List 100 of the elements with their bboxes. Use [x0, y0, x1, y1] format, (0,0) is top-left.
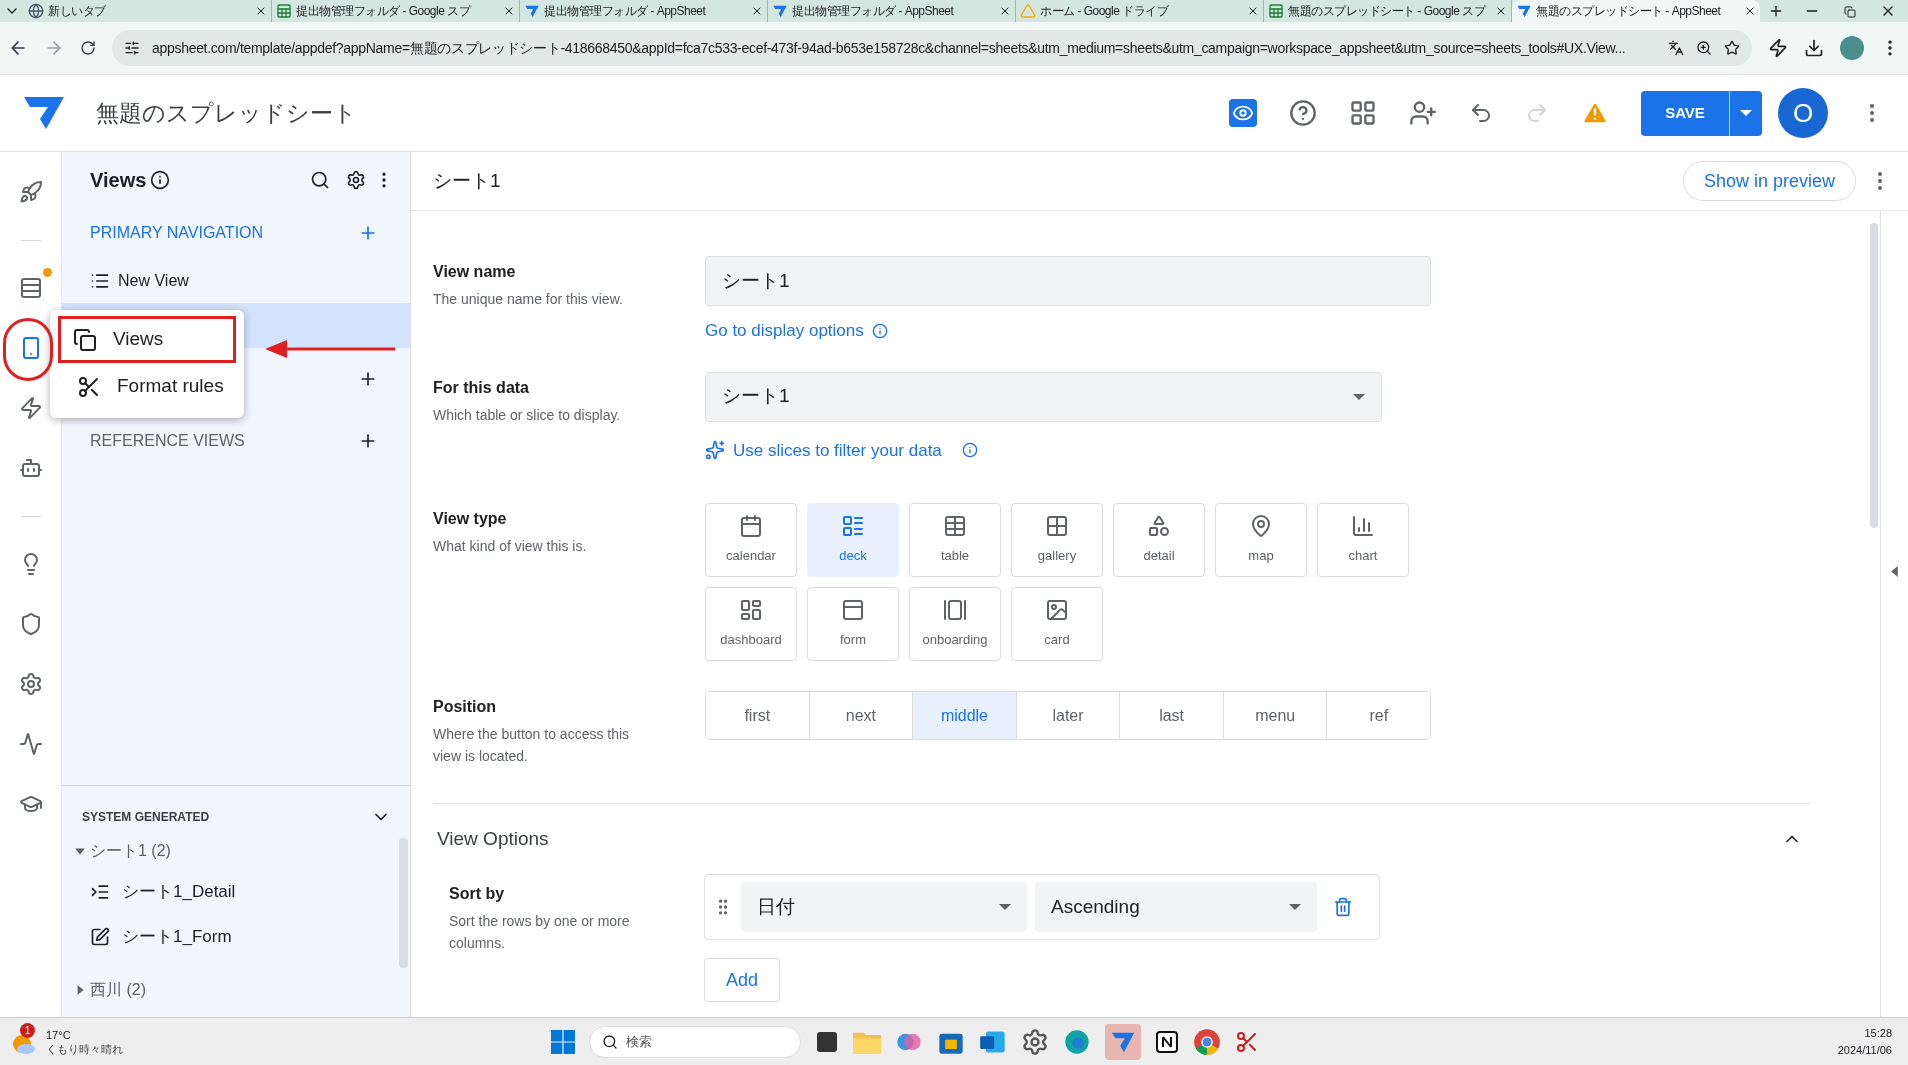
tab-title: 提出物管理フォルダ - AppSheet — [544, 3, 707, 20]
app-icon[interactable] — [1105, 1023, 1142, 1060]
edit-icon — [90, 926, 110, 947]
logo-icon — [24, 95, 64, 131]
card-icon — [1045, 598, 1069, 623]
url-text: appsheet.com/template/appdef?appName=無題のスプレッドシート-418668450&appId=fca7c533-ecef-473f-94ad-b653e158728c&channel=sheets&utm_medium=sheets&utm_campaign=workspace_appsheet&utm_source=sheets_tools#UX.View... — [152, 38, 1627, 58]
close-icon[interactable] — [1744, 5, 1756, 17]
close-icon[interactable] — [255, 5, 267, 17]
browser-tab[interactable]: 無題のスプレッドシート - AppSheet — [1512, 0, 1760, 22]
close-icon[interactable] — [999, 5, 1011, 17]
share-icon[interactable] — [1409, 99, 1437, 127]
calendar-icon — [739, 514, 763, 539]
undo-icon[interactable] — [1469, 101, 1493, 125]
menu-item[interactable]: Format rules — [58, 363, 236, 410]
scrollbar-thumb[interactable] — [399, 838, 408, 968]
preview-icon[interactable] — [1229, 99, 1257, 127]
save-button[interactable]: SAVE — [1641, 90, 1729, 136]
nav-item[interactable]: New View — [62, 258, 410, 303]
restore-icon[interactable] — [1844, 6, 1856, 18]
task-view-icon[interactable] — [815, 1029, 840, 1054]
deck-icon — [841, 514, 865, 539]
zoom-icon[interactable] — [1696, 40, 1712, 56]
copy-icon — [73, 327, 97, 352]
help-icon[interactable] — [1289, 99, 1317, 127]
tab-title: 提出物管理フォルダ - Google スプ — [296, 3, 472, 20]
menu-item[interactable]: Views — [58, 316, 236, 363]
view-type-option[interactable]: gallery — [1011, 503, 1103, 577]
bookmark-icon[interactable] — [1724, 40, 1740, 56]
form-icon — [841, 598, 865, 623]
weather-text: くもり時々晴れ — [46, 1041, 123, 1056]
view-type-option[interactable]: onboarding — [909, 587, 1001, 661]
view-type-option[interactable]: chart — [1317, 503, 1409, 577]
new-tab-icon[interactable] — [1768, 3, 1784, 19]
view-type-option[interactable]: form — [807, 587, 899, 661]
tree-item[interactable]: シート1_Form — [62, 914, 399, 959]
browser-icon[interactable] — [1063, 1027, 1092, 1056]
field-label: Sort by — [449, 884, 506, 904]
caret-icon — [1289, 903, 1301, 911]
view-type-option[interactable]: calendar — [705, 503, 797, 577]
field-label: Position — [433, 697, 498, 717]
view-type-option[interactable]: dashboard — [705, 587, 797, 661]
close-icon[interactable] — [1495, 5, 1507, 17]
triangle-icon — [1020, 3, 1036, 19]
sort-column-select[interactable]: 日付 — [741, 882, 1027, 932]
data-icon — [18, 276, 43, 300]
info-icon[interactable] — [150, 170, 171, 190]
translate-icon[interactable] — [1668, 40, 1684, 56]
position-option[interactable]: middle — [913, 692, 1017, 739]
section-title: REFERENCE VIEWS — [90, 431, 246, 451]
onboarding-icon — [943, 598, 967, 623]
tree-group[interactable]: 西川 (2) — [62, 971, 399, 1008]
view-type-option[interactable]: deck — [807, 503, 899, 577]
sort-order-select[interactable]: Ascending — [1035, 882, 1317, 932]
download-icon[interactable] — [1804, 38, 1824, 58]
view-name-field[interactable]: シート1 — [705, 256, 1431, 306]
close-icon[interactable] — [751, 5, 763, 17]
logo-icon — [1516, 3, 1532, 19]
panel-title: Views — [90, 168, 147, 193]
reload-icon[interactable] — [80, 40, 96, 56]
map-icon — [1249, 514, 1273, 539]
tree-group[interactable]: シート1 (2) — [62, 832, 399, 869]
field-label: View type — [433, 509, 508, 529]
view-type-option[interactable]: map — [1215, 503, 1307, 577]
add-button[interactable]: Add — [704, 958, 780, 1002]
detail-icon — [1147, 514, 1171, 539]
view-title: シート1 — [433, 168, 502, 193]
search-icon[interactable] — [310, 170, 330, 190]
address-bar[interactable] — [112, 30, 1752, 66]
position-option[interactable]: first — [706, 692, 810, 739]
slices-link[interactable]: Use slices to filter your data — [733, 437, 942, 463]
clock-time: 15:28 — [1864, 1026, 1892, 1041]
expand-panel-icon[interactable] — [1891, 566, 1898, 577]
save-options-button[interactable] — [1729, 90, 1762, 136]
view-type-option[interactable]: table — [909, 503, 1001, 577]
start-icon[interactable] — [551, 1029, 576, 1054]
profile-avatar[interactable] — [1840, 36, 1864, 60]
settings-icon[interactable] — [1021, 1027, 1050, 1056]
field-hint: Which table or slice to display. — [433, 405, 622, 425]
data-select[interactable]: シート1 — [705, 371, 1382, 422]
scissors-icon — [77, 374, 101, 399]
dashboard-icon — [739, 598, 763, 623]
delete-icon[interactable] — [1333, 897, 1353, 917]
view-type-option[interactable]: card — [1011, 587, 1103, 661]
tab-title: 無題のスプレッドシート - Google スプ — [1288, 3, 1487, 20]
user-avatar[interactable]: O — [1778, 88, 1828, 138]
grid-icon[interactable] — [1349, 99, 1377, 127]
chart-icon — [1351, 514, 1375, 539]
notification-badge: 1 — [20, 1022, 35, 1038]
tree-item[interactable]: シート1_Detail — [62, 869, 399, 914]
caret-icon — [1740, 109, 1752, 117]
scrollbar-thumb[interactable] — [1870, 223, 1878, 528]
settings-icon[interactable] — [346, 170, 366, 190]
close-icon[interactable] — [503, 5, 515, 17]
close-icon[interactable] — [1247, 5, 1259, 17]
search-field[interactable]: 検索 — [589, 1025, 802, 1058]
sheet-icon — [1268, 3, 1284, 19]
display-options-link[interactable]: Go to display options — [705, 318, 864, 344]
performance-icon[interactable] — [1768, 38, 1788, 58]
site-info-icon[interactable] — [124, 40, 140, 56]
view-type-option[interactable]: detail — [1113, 503, 1205, 577]
